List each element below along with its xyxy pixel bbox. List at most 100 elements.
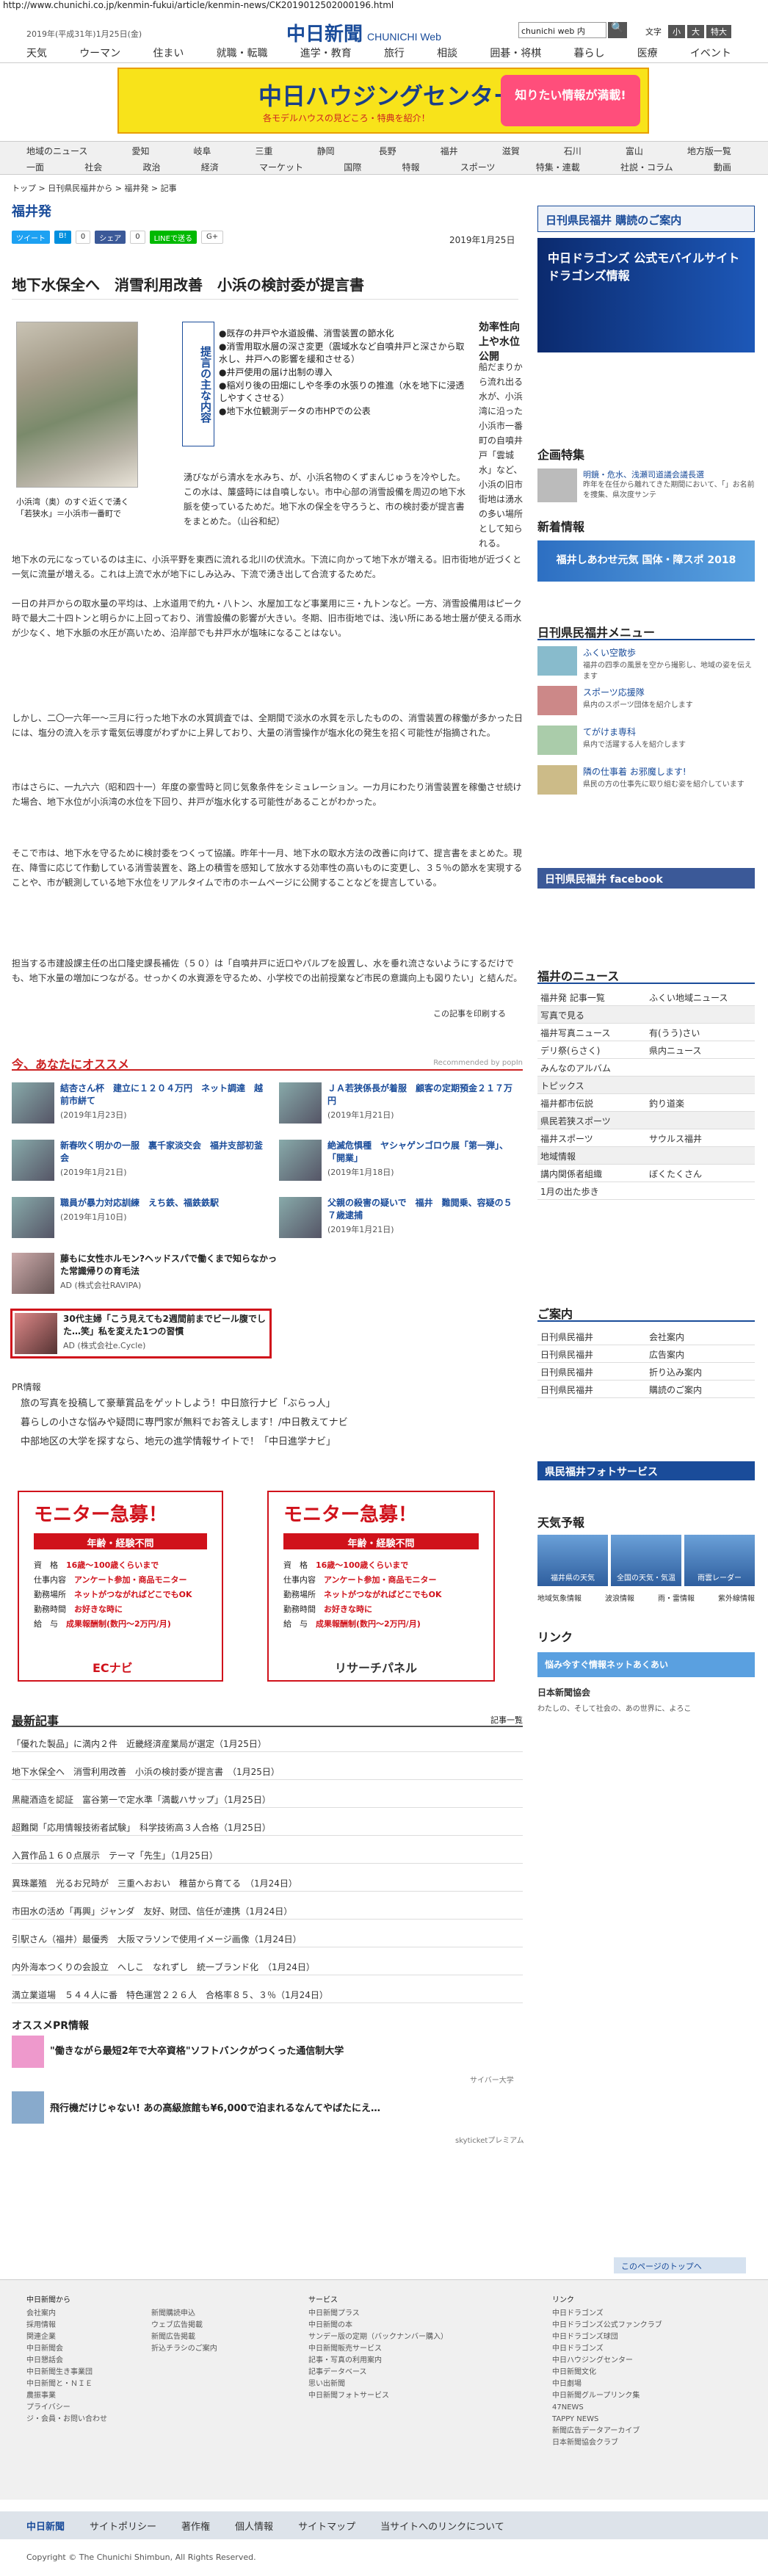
category-nav-item[interactable]: 国際 bbox=[344, 161, 361, 173]
news-link[interactable]: ぼくたくさん bbox=[646, 1165, 755, 1182]
footer-link[interactable]: 新聞購読申込 bbox=[151, 2308, 261, 2320]
recommend-item[interactable]: 父親の殺害の疑いで 福井 難閲乗、容疑の５７歳逮捕 (2019年1月21日) bbox=[327, 1197, 518, 1236]
news-link[interactable]: サウルス福井 bbox=[646, 1129, 755, 1147]
category-nav-item[interactable]: 特報 bbox=[402, 161, 420, 173]
footer-link[interactable]: 中日新聞会 bbox=[26, 2343, 137, 2355]
nav-item[interactable]: 医療 bbox=[637, 46, 658, 63]
news-link[interactable]: 有(うう)さい bbox=[646, 1024, 755, 1041]
latest-item[interactable]: 入賞作品１６０点展示 テーマ「先生」（1月25日） bbox=[12, 1845, 523, 1864]
weather-tile[interactable]: 雨雲レーダー bbox=[684, 1535, 755, 1586]
recommend-ad-item[interactable]: 藤もに女性ホルモン?ヘッドスパで働くまで知らなかった常識帰りの育毛法 AD (株式… bbox=[60, 1253, 280, 1292]
recommend-thumbnail[interactable] bbox=[279, 1197, 322, 1238]
recommend-ad-item[interactable]: 30代主婦「こう見えても2週間前までビール腹でした…笑」私を変えた1つの習慣 AD… bbox=[63, 1313, 267, 1352]
recommend-item[interactable]: ＪＡ若狭係長が着服 顧客の定期預金２１７万円 (2019年1月21日) bbox=[327, 1082, 518, 1121]
news-link[interactable]: 地域情報 bbox=[537, 1147, 755, 1165]
news-link[interactable]: 写真で見る bbox=[537, 1006, 755, 1024]
news-link[interactable]: ふくい地域ニュース bbox=[646, 988, 755, 1006]
dragons-banner[interactable]: 中日ドラゴンズ 公式モバイルサイト ドラゴンズ情報 bbox=[537, 238, 755, 352]
info-link[interactable]: 会社案内 bbox=[646, 1328, 755, 1345]
footer-link[interactable]: 中日新聞文化 bbox=[552, 2367, 743, 2378]
footer-link[interactable]: 日本新聞協会クラブ bbox=[552, 2437, 743, 2449]
weather-tile[interactable]: 福井県の天気 bbox=[537, 1535, 608, 1586]
site-logo[interactable]: 中日新聞 CHUNICHI Web bbox=[286, 19, 441, 46]
latest-item[interactable]: 満立業道場 ５４４人に番 特色運営２２６人 合格率８５、３％（1月24日） bbox=[12, 1984, 523, 2003]
news-link[interactable]: 福井スポーツ bbox=[537, 1129, 646, 1147]
article-photo[interactable] bbox=[16, 322, 138, 488]
recommend-thumbnail[interactable] bbox=[279, 1140, 322, 1181]
menu-item[interactable]: スポーツ応援隊 県内のスポーツ団体を紹介します bbox=[537, 686, 755, 718]
footer-link[interactable]: ウェブ広告掲載 bbox=[151, 2320, 261, 2331]
footer-link[interactable]: 会社案内 bbox=[26, 2308, 137, 2320]
breadcrumb[interactable]: トップ > 日刊県民福井から > 福井発 > 記事 bbox=[12, 182, 177, 194]
news-link[interactable]: デリ祭(らさく) bbox=[537, 1041, 646, 1059]
ad-thumbnail[interactable] bbox=[15, 1313, 57, 1354]
news-link[interactable]: 釣り道楽 bbox=[646, 1094, 755, 1112]
region-nav-item[interactable]: 静岡 bbox=[317, 145, 335, 157]
nav-item[interactable]: イベント bbox=[690, 46, 731, 63]
footer-link[interactable]: 中日ドラゴンズ bbox=[552, 2308, 743, 2320]
nav-item[interactable]: ウーマン bbox=[79, 46, 120, 63]
info-link[interactable]: 広告案内 bbox=[646, 1345, 755, 1363]
back-to-top-button[interactable]: このページのトップへ bbox=[614, 2257, 746, 2273]
footer-link[interactable]: 採用情報 bbox=[26, 2320, 137, 2331]
monitor-ad-researchpanel[interactable]: モニター急募！ 年齢・経験不問 資 格 16歳～100歳くらいまで 仕事内容 ア… bbox=[267, 1491, 495, 1682]
latest-item[interactable]: 黒龍酒造を認証 富谷第一で定水準「満載ハサップ」（1月25日） bbox=[12, 1789, 523, 1808]
ad-thumbnail[interactable] bbox=[12, 1253, 54, 1294]
region-nav-item[interactable]: 富山 bbox=[626, 145, 643, 157]
weather-link[interactable]: 波浪情報 bbox=[605, 1592, 634, 1603]
recommend-item[interactable]: 新春吹く明かの一服 裏千家淡交会 福井支部初釜会 (2019年1月21日) bbox=[60, 1140, 266, 1179]
footer-logo[interactable]: 中日新聞 bbox=[26, 2519, 65, 2533]
region-nav-item[interactable]: 地方版一覧 bbox=[687, 145, 731, 157]
font-xlarge-button[interactable]: 特大 bbox=[706, 25, 731, 38]
footer-nav-link[interactable]: 著作権 bbox=[181, 2519, 210, 2533]
footer-link[interactable]: 中日新聞生き事業団 bbox=[26, 2367, 137, 2378]
footer-link[interactable]: 思い出新聞 bbox=[308, 2378, 455, 2390]
pr-link[interactable]: 中部地区の大学を探すなら、地元の進学情報サイトで！「中日進学ナビ」 bbox=[21, 1433, 336, 1447]
recommend-thumbnail[interactable] bbox=[12, 1082, 54, 1124]
tweet-button[interactable]: ツイート bbox=[12, 231, 50, 244]
category-nav-item[interactable]: 経済 bbox=[201, 161, 219, 173]
footer-link[interactable]: 中日ドラゴンズ bbox=[552, 2343, 743, 2355]
footer-link[interactable]: TAPPY NEWS bbox=[552, 2414, 743, 2425]
info-link[interactable]: 購読のご案内 bbox=[646, 1381, 755, 1398]
footer-link[interactable]: サンデー版の定期（バックナンバー購入） bbox=[308, 2331, 455, 2343]
region-nav-item[interactable]: 地域のニュース bbox=[26, 145, 87, 157]
nav-item[interactable]: 住まい bbox=[153, 46, 184, 63]
footer-link[interactable]: 中日ドラゴンズ球団 bbox=[552, 2331, 743, 2343]
footer-link[interactable]: 記事・写真の利用案内 bbox=[308, 2355, 455, 2367]
news-link[interactable]: 福井発 記事一覧 bbox=[537, 988, 646, 1006]
pressnet-link[interactable]: 日本新聞協会 bbox=[537, 1686, 755, 1701]
print-link[interactable]: この記事を印刷する bbox=[433, 1007, 506, 1019]
font-large-button[interactable]: 大 bbox=[687, 25, 704, 38]
menu-item[interactable]: 隣の仕事着 お邪魔します! 県民の方の仕事先に取り組む姿を紹介しています bbox=[537, 765, 755, 797]
region-nav-item[interactable]: 愛知 bbox=[131, 145, 149, 157]
subscription-banner[interactable]: 日刊県民福井 購読のご案内 bbox=[537, 206, 755, 232]
nav-item[interactable]: 相談 bbox=[437, 46, 457, 63]
facebook-banner[interactable]: 日刊県民福井 facebook bbox=[537, 868, 755, 889]
news-link[interactable]: 県内ニュース bbox=[646, 1041, 755, 1059]
monitor-ad-ecnavi[interactable]: モニター急募！ 年齢・経験不問 資 格 16歳～100歳くらいまで 仕事内容 ア… bbox=[18, 1491, 223, 1682]
footer-link[interactable]: 中日劇場 bbox=[552, 2378, 743, 2390]
search-input[interactable]: chunichi web 内 bbox=[518, 22, 606, 38]
region-nav-item[interactable]: 石川 bbox=[564, 145, 582, 157]
footer-link[interactable]: 中日新聞販売サービス bbox=[308, 2343, 455, 2355]
pr-link[interactable]: 旅の写真を投稿して豪華賞品をゲットしよう！中日旅行ナビ「ぶらっ人」 bbox=[21, 1395, 336, 1409]
info-link[interactable]: 日刊県民福井 bbox=[537, 1328, 646, 1345]
facebook-share-button[interactable]: シェア bbox=[95, 231, 126, 244]
footer-nav-link[interactable]: サイトマップ bbox=[298, 2519, 355, 2533]
footer-link[interactable]: プライバシー bbox=[26, 2402, 137, 2414]
category-nav-item[interactable]: 社会 bbox=[84, 161, 102, 173]
footer-link[interactable]: ジ・会員・お問い合わせ bbox=[26, 2414, 137, 2425]
news-link[interactable]: 1月の出た歩き bbox=[537, 1182, 755, 1200]
news-link[interactable]: 福井都市伝説 bbox=[537, 1094, 646, 1112]
info-link[interactable]: 日刊県民福井 bbox=[537, 1363, 646, 1381]
footer-link[interactable]: 中日懇話会 bbox=[26, 2355, 137, 2367]
pr-thumbnail[interactable] bbox=[12, 2036, 44, 2068]
latest-item[interactable]: 超難関「応用情報技術者試験」 科学技術高３人合格（1月25日） bbox=[12, 1817, 523, 1836]
housing-ad-banner[interactable]: 中日ハウジングセンター 各モデルハウスの見どころ・特典を紹介！ 知りたい情報が満… bbox=[117, 68, 649, 134]
footer-link[interactable]: 中日ハウジングセンター bbox=[552, 2355, 743, 2367]
category-nav-item[interactable]: 社説・コラム bbox=[620, 161, 673, 173]
pr-link[interactable]: 暮らしの小さな悩みや疑問に専門家が無料でお答えします！/中日教えてナビ bbox=[21, 1414, 348, 1428]
pr-recommend-item[interactable]: "働きながら最短2年で大卒資格"ソフトバンクがつくった通信制大学 bbox=[50, 2043, 505, 2057]
region-nav-item[interactable]: 三重 bbox=[256, 145, 273, 157]
